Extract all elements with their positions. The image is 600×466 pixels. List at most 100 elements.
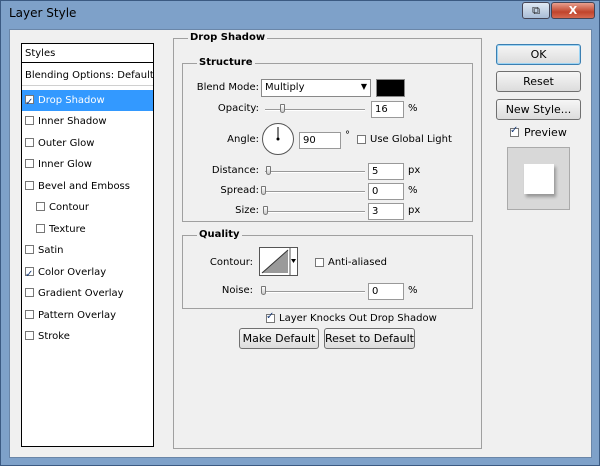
noise-unit: % [408, 285, 418, 296]
anti-aliased-label: Anti-aliased [328, 257, 388, 268]
make-default-button[interactable]: Make Default [239, 328, 319, 349]
size-unit: px [408, 205, 421, 216]
noise-slider-thumb[interactable] [261, 286, 266, 295]
color-overlay-checkbox[interactable] [25, 264, 34, 285]
contour-picker[interactable] [259, 247, 298, 276]
opacity-unit: % [408, 103, 418, 114]
spread-label: Spread: [220, 185, 259, 196]
style-item-texture[interactable]: Texture [22, 219, 153, 240]
angle-dial-needle [276, 127, 280, 141]
use-global-light-label: Use Global Light [370, 134, 452, 145]
style-item-label: Drop Shadow [38, 95, 105, 106]
title-bar[interactable]: Layer Style ⧉ X [1, 1, 599, 27]
style-item-inner-shadow[interactable]: Inner Shadow [22, 111, 153, 132]
distance-unit: px [408, 165, 421, 176]
spread-slider-thumb[interactable] [261, 186, 266, 195]
noise-slider-track[interactable] [265, 291, 365, 293]
angle-input[interactable]: 90 [299, 132, 341, 149]
satin-checkbox[interactable] [25, 245, 34, 254]
dialog-client: Styles Blending Options: Default Drop Sh… [9, 29, 592, 458]
styles-header: Styles [22, 44, 153, 63]
preview-square [524, 164, 554, 194]
close-icon: X [568, 4, 578, 17]
stroke-checkbox[interactable] [25, 331, 34, 340]
style-item-color-overlay[interactable]: Color Overlay [22, 262, 153, 285]
reset-to-default-button[interactable]: Reset to Default [324, 328, 415, 349]
style-item-label: Stroke [38, 331, 70, 342]
distance-slider-track[interactable] [265, 171, 365, 173]
ok-button[interactable]: OK [496, 44, 581, 65]
noise-label: Noise: [221, 285, 253, 296]
contour-curve-icon [261, 248, 296, 275]
window-title: Layer Style [9, 6, 77, 20]
contour-checkbox[interactable] [36, 202, 45, 211]
inner-glow-checkbox[interactable] [25, 159, 34, 168]
knocks-out-checkbox[interactable] [266, 311, 275, 323]
blend-mode-select[interactable]: Multiply ▼ [261, 79, 371, 97]
style-item-bevel-emboss[interactable]: Bevel and Emboss [22, 176, 153, 197]
distance-slider-thumb[interactable] [266, 166, 271, 175]
structure-group: Structure Blend Mode: Multiply ▼ Opacity… [182, 57, 473, 222]
gradient-overlay-checkbox[interactable] [25, 288, 34, 297]
noise-input[interactable]: 0 [368, 283, 404, 300]
restore-button[interactable]: ⧉ [522, 2, 550, 19]
style-item-label: Texture [49, 224, 86, 235]
chevron-down-icon: ▼ [360, 82, 367, 91]
new-style-button[interactable]: New Style... [496, 99, 581, 120]
anti-aliased-checkbox[interactable] [315, 258, 324, 267]
outer-glow-checkbox[interactable] [25, 138, 34, 147]
use-global-light-checkbox[interactable] [357, 135, 366, 144]
spread-input[interactable]: 0 [368, 183, 404, 200]
style-item-blending-options[interactable]: Blending Options: Default [22, 65, 154, 86]
spread-unit: % [408, 185, 418, 196]
close-button[interactable]: X [551, 2, 595, 19]
bevel-emboss-checkbox[interactable] [25, 181, 34, 190]
style-item-label: Blending Options: Default [25, 70, 154, 81]
opacity-input[interactable]: 16 [371, 101, 404, 118]
style-item-label: Pattern Overlay [38, 310, 117, 321]
style-item-inner-glow[interactable]: Inner Glow [22, 154, 153, 175]
preview-thumbnail [507, 147, 570, 210]
angle-label: Angle: [227, 134, 259, 145]
style-item-pattern-overlay[interactable]: Pattern Overlay [22, 305, 153, 326]
drop-shadow-checkbox[interactable] [25, 92, 34, 113]
pattern-overlay-checkbox[interactable] [25, 310, 34, 319]
angle-unit: ° [345, 130, 350, 141]
style-item-label: Inner Shadow [38, 116, 107, 127]
style-item-stroke[interactable]: Stroke [22, 326, 153, 347]
angle-dial[interactable] [262, 123, 294, 155]
preview-checkbox[interactable] [510, 125, 519, 137]
distance-label: Distance: [211, 165, 259, 176]
drop-shadow-title: Drop Shadow [188, 32, 268, 43]
style-item-label: Outer Glow [38, 138, 95, 149]
inner-shadow-checkbox[interactable] [25, 116, 34, 125]
texture-checkbox[interactable] [36, 224, 45, 233]
drop-shadow-panel: Drop Shadow Structure Blend Mode: Multip… [173, 32, 482, 449]
style-item-outer-glow[interactable]: Outer Glow [22, 133, 153, 154]
preview-label: Preview [524, 126, 567, 139]
style-item-label: Gradient Overlay [38, 288, 124, 299]
restore-icon: ⧉ [532, 4, 540, 17]
distance-input[interactable]: 5 [368, 163, 404, 180]
layer-style-window: Layer Style ⧉ X Styles Blending Options:… [0, 0, 600, 466]
blend-mode-value: Multiply [265, 82, 305, 93]
size-slider-thumb[interactable] [263, 206, 268, 215]
blend-mode-label: Blend Mode: [196, 82, 259, 93]
style-item-label: Contour [49, 202, 89, 213]
reset-button[interactable]: Reset [496, 71, 581, 92]
style-item-contour[interactable]: Contour [22, 197, 153, 218]
shadow-color-swatch[interactable] [376, 79, 405, 97]
knocks-out-label: Layer Knocks Out Drop Shadow [279, 313, 437, 324]
spread-slider-track[interactable] [265, 191, 365, 193]
style-item-label: Inner Glow [38, 159, 92, 170]
style-item-drop-shadow[interactable]: Drop Shadow [22, 90, 153, 113]
contour-label: Contour: [209, 257, 253, 268]
style-item-label: Color Overlay [38, 267, 107, 278]
size-input[interactable]: 3 [368, 203, 404, 220]
opacity-slider-thumb[interactable] [280, 104, 285, 113]
style-item-gradient-overlay[interactable]: Gradient Overlay [22, 283, 153, 304]
styles-list: Styles Blending Options: Default Drop Sh… [21, 43, 154, 447]
size-label: Size: [235, 205, 259, 216]
style-item-satin[interactable]: Satin [22, 240, 153, 261]
size-slider-track[interactable] [265, 211, 365, 213]
